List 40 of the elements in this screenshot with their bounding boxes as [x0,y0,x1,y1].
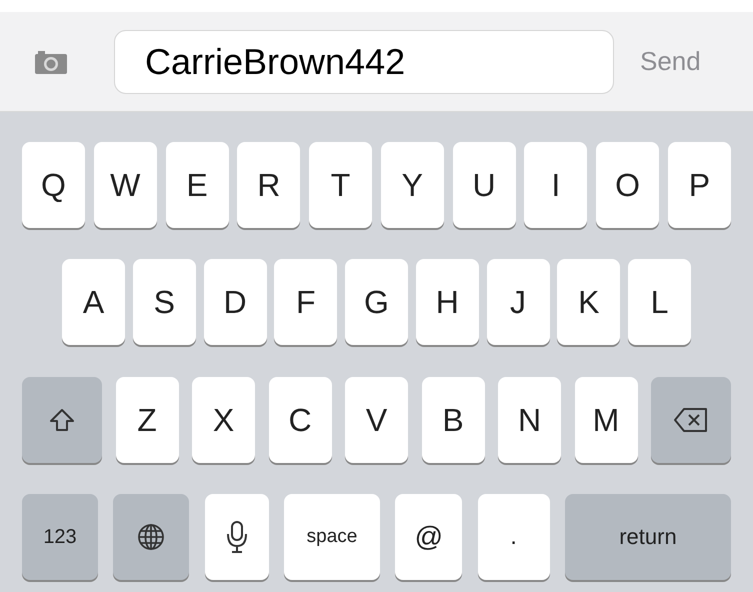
letter-key[interactable]: V [345,376,408,463]
return-key[interactable]: return [564,494,731,580]
letter-key[interactable]: B [422,376,484,463]
letter-key[interactable]: J [486,259,550,346]
letter-key[interactable]: F [274,259,338,346]
letter-key[interactable]: N [498,376,561,463]
globe-key[interactable] [113,494,190,580]
letter-key[interactable]: C [268,376,332,463]
letter-key[interactable]: Y [380,142,444,228]
letter-key[interactable]: P [668,142,731,228]
letter-key[interactable]: I [524,142,588,228]
letter-key[interactable]: L [628,259,691,346]
letter-key[interactable]: K [557,259,620,346]
message-field[interactable]: CarrieBrown442 [114,30,614,94]
letter-key[interactable]: W [94,142,157,228]
period-key[interactable]: . [478,494,550,580]
letter-key[interactable]: T [309,142,372,228]
letter-key[interactable]: D [204,259,266,346]
letter-key[interactable]: A [62,259,125,346]
letter-key[interactable]: Z [116,376,178,463]
backspace-icon [673,406,709,433]
globe-icon [136,522,166,552]
space-key[interactable]: space [284,494,380,580]
at-key[interactable]: @ [395,494,462,580]
letter-key[interactable]: Q [22,142,85,228]
backspace-key[interactable] [651,376,731,463]
letter-key[interactable]: O [596,142,660,228]
dictation-key[interactable] [204,494,269,580]
letter-key[interactable]: H [416,259,479,346]
camera-icon[interactable] [34,48,68,74]
letter-key[interactable]: S [132,259,196,346]
letter-key[interactable]: U [452,142,516,228]
letter-key[interactable]: E [166,142,229,228]
letter-key[interactable]: X [192,376,255,463]
numbers-key[interactable]: 123 [22,494,98,580]
microphone-icon [226,520,248,554]
letter-key[interactable]: G [345,259,408,346]
letter-key[interactable]: R [237,142,300,228]
letter-key[interactable]: M [574,376,638,463]
shift-icon [49,406,75,433]
